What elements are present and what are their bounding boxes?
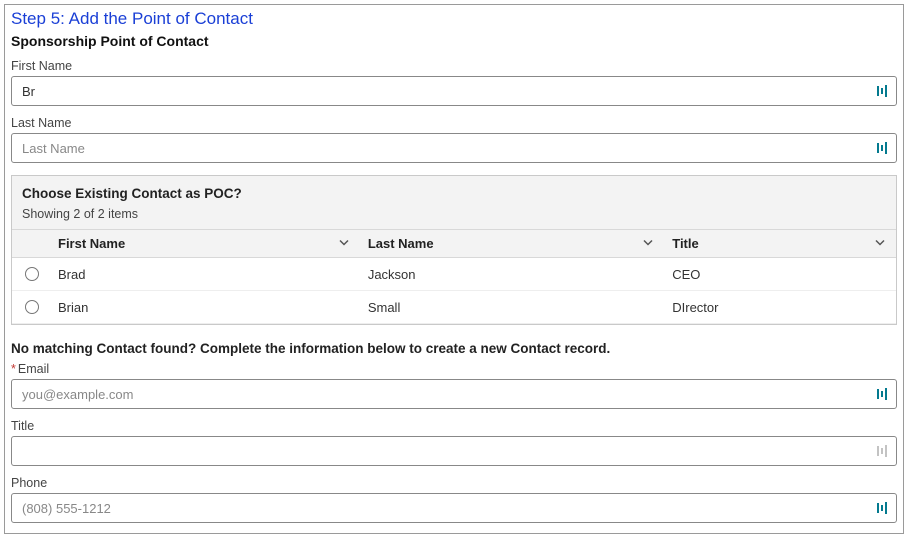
first-name-input[interactable] <box>11 76 897 106</box>
input-glyph-icon <box>875 386 891 402</box>
col-title-label: Title <box>672 236 699 251</box>
input-glyph-icon <box>875 83 891 99</box>
required-star-icon: * <box>11 362 16 376</box>
chevron-down-icon <box>338 236 350 251</box>
table-row[interactable]: Brian Small DIrector <box>12 291 896 324</box>
col-first-name-label: First Name <box>58 236 125 251</box>
cell-title: CEO <box>664 258 896 291</box>
col-select <box>12 230 50 258</box>
chevron-down-icon <box>874 236 886 251</box>
email-label: *Email <box>11 362 897 376</box>
no-match-heading: No matching Contact found? Complete the … <box>5 333 903 362</box>
email-input[interactable] <box>11 379 897 409</box>
step-title: Step 5: Add the Point of Contact <box>5 5 903 31</box>
col-title[interactable]: Title <box>664 230 896 258</box>
col-last-name-label: Last Name <box>368 236 434 251</box>
cell-title: DIrector <box>664 291 896 324</box>
phone-label: Phone <box>11 476 897 490</box>
first-name-block: First Name <box>5 59 903 116</box>
select-contact-radio[interactable] <box>25 267 39 281</box>
select-contact-radio[interactable] <box>25 300 39 314</box>
title-label: Title <box>11 419 897 433</box>
contacts-table: First Name Last Name Title <box>12 229 896 324</box>
section-title: Sponsorship Point of Contact <box>5 31 903 59</box>
phone-block: Phone <box>5 476 903 533</box>
col-first-name[interactable]: First Name <box>50 230 360 258</box>
cell-last-name: Small <box>360 291 664 324</box>
input-glyph-icon <box>875 140 891 156</box>
table-row[interactable]: Brad Jackson CEO <box>12 258 896 291</box>
poc-panel: Step 5: Add the Point of Contact Sponsor… <box>4 4 904 534</box>
email-block: *Email <box>5 362 903 419</box>
existing-contact-box: Choose Existing Contact as POC? Showing … <box>11 175 897 325</box>
existing-contact-title: Choose Existing Contact as POC? <box>12 176 896 207</box>
phone-input[interactable] <box>11 493 897 523</box>
cell-last-name: Jackson <box>360 258 664 291</box>
title-block: Title <box>5 419 903 476</box>
last-name-input[interactable] <box>11 133 897 163</box>
existing-contact-count: Showing 2 of 2 items <box>12 207 896 229</box>
first-name-label: First Name <box>11 59 897 73</box>
last-name-block: Last Name <box>5 116 903 173</box>
email-label-text: Email <box>18 362 49 376</box>
col-last-name[interactable]: Last Name <box>360 230 664 258</box>
chevron-down-icon <box>642 236 654 251</box>
input-glyph-icon <box>875 443 891 459</box>
cell-first-name: Brian <box>50 291 360 324</box>
title-input[interactable] <box>11 436 897 466</box>
cell-first-name: Brad <box>50 258 360 291</box>
input-glyph-icon <box>875 500 891 516</box>
last-name-label: Last Name <box>11 116 897 130</box>
